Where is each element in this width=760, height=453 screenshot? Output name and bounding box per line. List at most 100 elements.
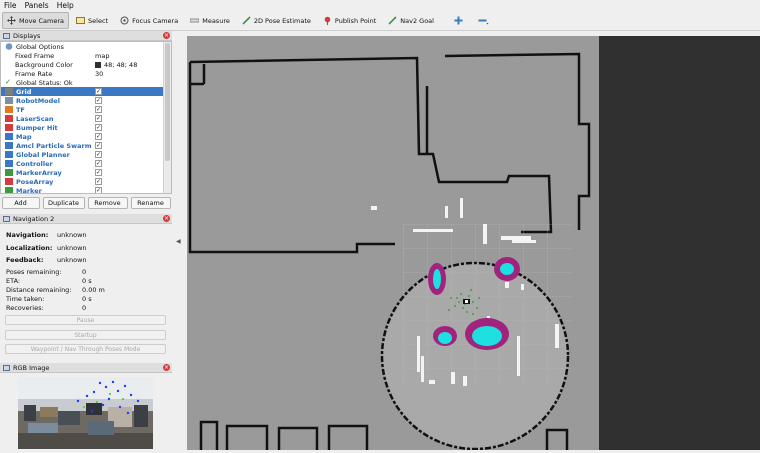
navigation-panel: Navigation: unknown Localization: unknow…	[0, 224, 172, 359]
globe-icon	[5, 43, 13, 50]
enable-checkbox[interactable]: ✓	[95, 178, 102, 185]
enable-checkbox[interactable]: ✓	[95, 142, 102, 149]
select-icon	[76, 16, 86, 25]
rgb-camera-image	[18, 377, 153, 449]
enable-checkbox[interactable]: ✓	[95, 151, 102, 158]
3d-viewport[interactable]	[187, 36, 760, 450]
pose-estimate-icon	[242, 16, 251, 25]
add-tool-button[interactable]	[449, 12, 471, 29]
display-item-grid[interactable]: Grid ✓	[1, 87, 164, 96]
enable-checkbox[interactable]: ✓	[95, 106, 102, 113]
duplicate-button[interactable]: Duplicate	[42, 197, 85, 209]
navigation-panel-header: Navigation 2 ×	[0, 214, 172, 224]
grid-display	[403, 224, 571, 384]
localization-label: Localization:	[6, 244, 53, 252]
global-status-row[interactable]: ✓ Global Status: Ok	[1, 78, 164, 87]
display-item-bumper-hit[interactable]: Bumper Hit ✓	[1, 123, 164, 132]
poses-remaining-value: 0	[82, 268, 87, 276]
scrollbar-thumb[interactable]	[165, 43, 170, 161]
menu-panels[interactable]: Panels	[25, 1, 49, 10]
display-type-icon	[5, 142, 13, 149]
rgb-panel-title: RGB Image	[13, 363, 50, 372]
select-button[interactable]: Select	[71, 12, 113, 29]
distance-remaining-value: 0.00 m	[82, 286, 105, 294]
viewport-background	[599, 36, 760, 450]
eta-value: 0 s	[82, 277, 92, 285]
display-item-markerarray[interactable]: MarkerArray ✓	[1, 168, 164, 177]
displays-buttons: Add Duplicate Remove Rename	[0, 197, 172, 210]
measure-icon	[189, 16, 200, 25]
close-icon[interactable]: ×	[163, 364, 170, 371]
background-color-row[interactable]: Background Color 48; 48; 48	[1, 60, 164, 69]
display-type-icon	[5, 106, 13, 113]
navigation-panel-icon	[3, 215, 10, 222]
toolbar: Move Camera Select Focus Camera Measure …	[0, 11, 760, 31]
startup-button[interactable]: Startup	[5, 330, 166, 340]
fixed-frame-row[interactable]: Fixed Frame map	[1, 51, 164, 60]
navigation-value: unknown	[57, 231, 87, 239]
localization-value: unknown	[57, 244, 87, 252]
display-type-icon	[5, 124, 13, 131]
displays-tree[interactable]: Global Options Fixed Frame map Backgroun…	[0, 41, 172, 194]
display-item-amcl-particle-swarm[interactable]: Amcl Particle Swarm ✓	[1, 141, 164, 150]
tree-scrollbar[interactable]	[163, 42, 171, 193]
displays-panel-icon	[3, 32, 10, 39]
display-item-laserscan[interactable]: LaserScan ✓	[1, 114, 164, 123]
rename-button[interactable]: Rename	[130, 197, 171, 209]
nav2-goal-button[interactable]: Nav2 Goal	[383, 12, 439, 29]
display-item-global-planner[interactable]: Global Planner ✓	[1, 150, 164, 159]
distance-remaining-label: Distance remaining:	[6, 286, 72, 294]
publish-point-button[interactable]: Publish Point	[318, 12, 381, 29]
enable-checkbox[interactable]: ✓	[95, 115, 102, 122]
display-type-icon	[5, 169, 13, 176]
enable-checkbox[interactable]: ✓	[95, 88, 102, 95]
recoveries-label: Recoveries:	[6, 304, 44, 312]
focus-camera-icon	[120, 16, 129, 25]
global-options-row[interactable]: Global Options	[1, 42, 164, 51]
pose-estimate-button[interactable]: 2D Pose Estimate	[237, 12, 316, 29]
close-icon[interactable]: ×	[163, 32, 170, 39]
collapse-dock-icon[interactable]: ◀	[176, 238, 181, 245]
display-item-controller[interactable]: Controller ✓	[1, 159, 164, 168]
enable-checkbox[interactable]: ✓	[95, 187, 102, 193]
poses-remaining-label: Poses remaining:	[6, 268, 62, 276]
display-type-icon	[5, 115, 13, 122]
remove-tool-button[interactable]	[473, 12, 495, 29]
waypoint-mode-button[interactable]: Waypoint / Nav Through Poses Mode	[5, 344, 166, 354]
frame-rate-row[interactable]: Frame Rate 30	[1, 69, 164, 78]
display-item-tf[interactable]: TF ✓	[1, 105, 164, 114]
display-item-robotmodel[interactable]: RobotModel ✓	[1, 96, 164, 105]
menu-bar: File Panels Help	[0, 0, 760, 11]
displays-panel-header: Displays ×	[0, 31, 172, 41]
time-taken-value: 0 s	[82, 295, 92, 303]
eta-label: ETA:	[6, 277, 21, 285]
image-panel-icon	[3, 364, 10, 371]
feedback-value: unknown	[57, 256, 87, 264]
focus-camera-button[interactable]: Focus Camera	[115, 12, 183, 29]
menu-help[interactable]: Help	[57, 1, 74, 10]
enable-checkbox[interactable]: ✓	[95, 160, 102, 167]
menu-file[interactable]: File	[4, 1, 17, 10]
display-item-map[interactable]: Map ✓	[1, 132, 164, 141]
color-swatch	[95, 61, 101, 68]
enable-checkbox[interactable]: ✓	[95, 97, 102, 104]
close-icon[interactable]: ×	[163, 215, 170, 222]
display-type-icon	[5, 133, 13, 140]
navigation-panel-title: Navigation 2	[13, 214, 55, 223]
measure-button[interactable]: Measure	[185, 12, 235, 29]
pause-button[interactable]: Pause	[5, 315, 166, 325]
enable-checkbox[interactable]: ✓	[95, 169, 102, 176]
recoveries-value: 0	[82, 304, 87, 312]
enable-checkbox[interactable]: ✓	[95, 124, 102, 131]
add-tool-icon	[454, 16, 463, 25]
enable-checkbox[interactable]: ✓	[95, 133, 102, 140]
display-item-posearray[interactable]: PoseArray ✓	[1, 177, 164, 186]
checkmark-icon: ✓	[5, 78, 11, 86]
display-item-marker[interactable]: Marker ✓	[1, 186, 164, 193]
navigation-label: Navigation:	[6, 231, 49, 239]
remove-button[interactable]: Remove	[87, 197, 128, 209]
add-button[interactable]: Add	[1, 197, 40, 209]
nav2-goal-icon	[388, 16, 397, 25]
display-type-icon	[5, 88, 13, 95]
move-camera-button[interactable]: Move Camera	[2, 12, 70, 29]
